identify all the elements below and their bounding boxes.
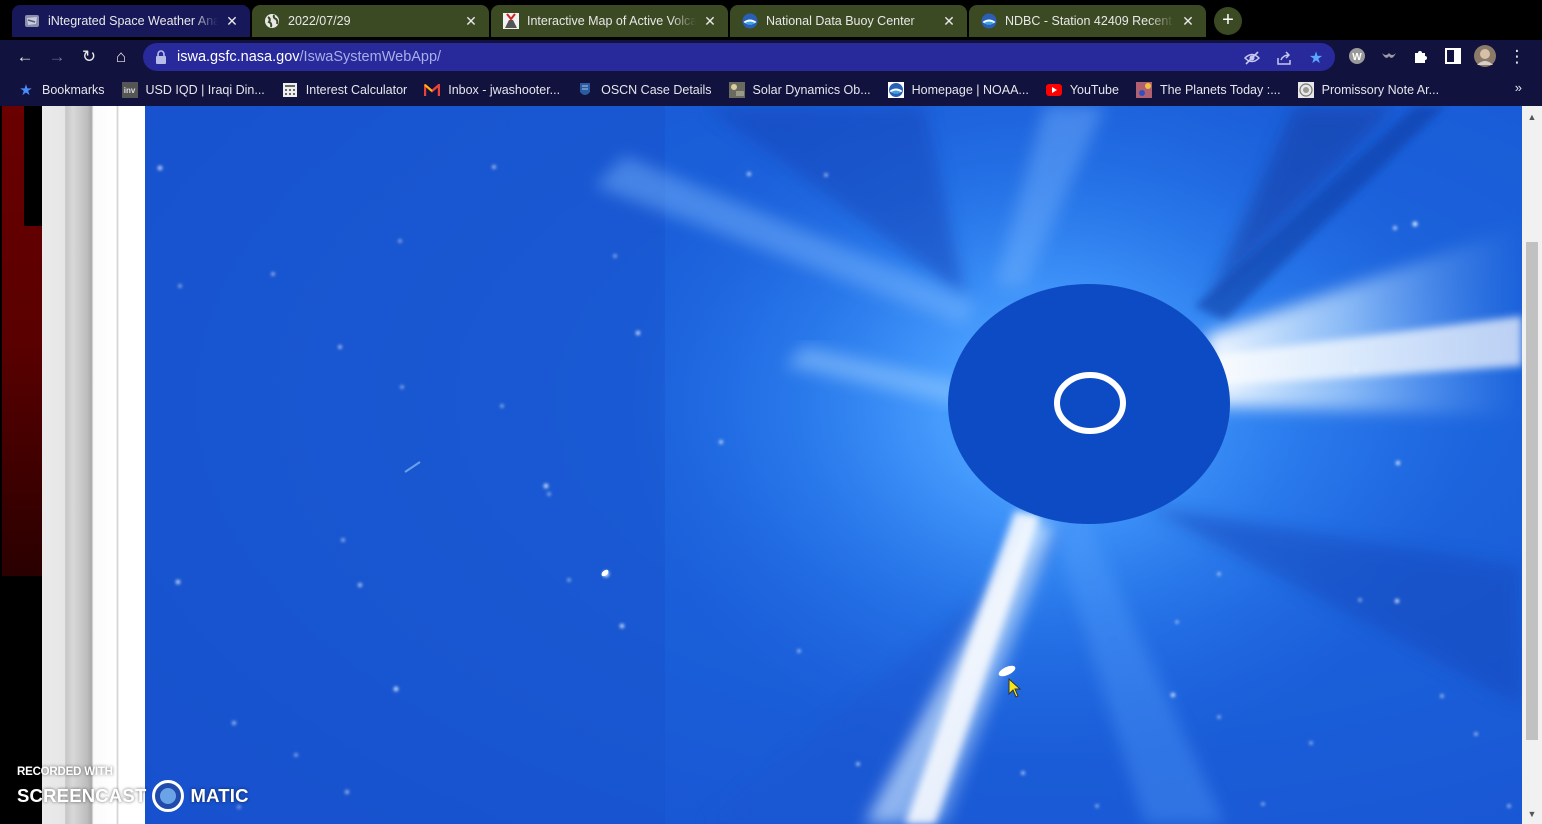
mouse-cursor-icon [1008,678,1022,698]
share-icon[interactable] [1275,50,1293,68]
tab-title: iNtegrated Space Weather Analysis [48,14,218,28]
bookmark-label: USD IQD | Iraqi Din... [145,83,265,97]
bookmark-inbox[interactable]: Inbox - jwashooter... [424,82,560,98]
noaa-icon [742,13,758,29]
noaa-icon [887,82,904,98]
isswa-icon [24,13,40,29]
youtube-icon [1045,82,1062,98]
home-button[interactable]: ⌂ [109,45,133,69]
lock-icon[interactable] [155,50,167,64]
bookmark-folder-bookmarks[interactable]: ★ Bookmarks [18,82,105,99]
bookmark-youtube[interactable]: YouTube [1045,82,1119,98]
new-tab-button[interactable]: + [1214,7,1242,35]
bookmarks-overflow-button[interactable]: » [1515,80,1522,95]
bookmark-sdo[interactable]: Solar Dynamics Ob... [728,82,871,98]
tab-ndbc-station[interactable]: NDBC - Station 42409 Recent Data ✕ [969,5,1206,37]
bookmark-label: Bookmarks [42,83,105,97]
tab-iswa[interactable]: iNtegrated Space Weather Analysis ✕ [12,5,250,37]
promissory-icon [1297,82,1314,98]
url-text[interactable]: iswa.gsfc.nasa.gov/IswaSystemWebApp/ [177,49,441,65]
tab-title: NDBC - Station 42409 Recent Data [1005,14,1174,28]
bookmark-label: Inbox - jwashooter... [448,83,561,97]
left-edge [0,106,42,824]
bookmark-label: The Planets Today :... [1159,83,1281,97]
noaa-icon [981,13,997,29]
menu-kebab-icon[interactable]: ⋮ [1507,47,1527,67]
bookmark-oscn[interactable]: OSCN Case Details [577,82,712,98]
screencast-logo-icon [152,780,185,812]
bookmark-label: Homepage | NOAA... [911,83,1029,97]
page-content: ▲ ▼ [0,106,1542,824]
bookmark-label: Promissory Note Ar... [1321,83,1440,97]
bookmark-label: OSCN Case Details [601,83,712,97]
close-tab-icon[interactable]: ✕ [702,13,718,29]
tracking-protection-icon[interactable] [1243,50,1261,68]
watermark-brand-left: SCREENCAST [17,785,147,806]
forward-button[interactable]: → [45,45,69,69]
reload-button[interactable]: ↻ [77,45,101,69]
bookmark-usd-iqd[interactable]: inv USD IQD | Iraqi Din... [121,82,265,98]
back-button[interactable]: ← [13,45,37,69]
page-scrollbar[interactable]: ▲ ▼ [1522,106,1542,824]
bookmark-noaa[interactable]: Homepage | NOAA... [887,82,1029,98]
watermark-recorded-with: RECORDED WITH [17,766,113,778]
extension-w-icon[interactable]: W [1347,47,1367,67]
sdo-icon [728,82,745,98]
close-tab-icon[interactable]: ✕ [224,13,240,29]
close-tab-icon[interactable]: ✕ [941,13,957,29]
globe-icon [264,13,280,29]
scroll-down-arrow-icon[interactable]: ▼ [1522,806,1542,822]
oscn-icon [577,82,593,98]
address-bar[interactable]: iswa.gsfc.nasa.gov/IswaSystemWebApp/ ★ [143,43,1335,71]
tab-title: 2022/07/29 [288,14,351,28]
bookmark-label: Solar Dynamics Ob... [752,83,871,97]
tab-date[interactable]: 2022/07/29 ✕ [252,5,489,37]
coronagraph-image[interactable] [145,106,1522,824]
bookmark-label: YouTube [1069,83,1119,97]
scrollbar-thumb[interactable] [1526,242,1538,740]
profile-avatar[interactable] [1474,45,1496,67]
bookmarks-bar: ★ Bookmarks inv USD IQD | Iraqi Din... I… [0,74,1542,106]
screencast-watermark: RECORDED WITH SCREENCAST MATIC [17,766,249,812]
tab-strip: iNtegrated Space Weather Analysis ✕ 2022… [0,0,1542,40]
red-image-panel [2,106,42,576]
watermark-brand-right: MATIC [190,785,249,806]
close-tab-icon[interactable]: ✕ [1180,13,1196,29]
close-tab-icon[interactable]: ✕ [463,13,479,29]
bookmark-star-icon[interactable]: ★ [1307,50,1325,68]
tab-volcano-map[interactable]: Interactive Map of Active Volcanoes ✕ [491,5,728,37]
tab-ndbc[interactable]: National Data Buoy Center ✕ [730,5,967,37]
image-frame-border [42,106,145,824]
url-host: iswa.gsfc.nasa.gov [177,49,300,65]
url-path: /IswaSystemWebApp/ [299,49,442,65]
bookmark-promissory-note[interactable]: Promissory Note Ar... [1297,82,1440,98]
extension-bird-icon[interactable] [1379,47,1399,67]
bookmark-label: Interest Calculator [305,83,408,97]
calculator-icon [282,82,298,98]
tab-title: National Data Buoy Center [766,14,915,28]
browser-toolbar: ← → ↻ ⌂ iswa.gsfc.nasa.gov/IswaSystemWeb… [0,40,1542,74]
bookmark-interest-calculator[interactable]: Interest Calculator [282,82,407,98]
extensions-puzzle-icon[interactable] [1411,47,1431,67]
scroll-up-arrow-icon[interactable]: ▲ [1522,109,1542,125]
occulting-disk [948,284,1230,524]
volcano-icon [503,13,519,29]
lasco-corona-svg [145,106,1522,824]
investing-icon: inv [121,82,138,98]
star-icon: ★ [19,82,33,99]
planets-icon [1135,82,1152,98]
tab-title: Interactive Map of Active Volcanoes [527,14,696,28]
side-panel-icon[interactable] [1443,47,1463,67]
svg-text:W: W [1352,52,1362,63]
bookmark-planets-today[interactable]: The Planets Today :... [1135,82,1281,98]
gmail-icon [424,82,441,98]
